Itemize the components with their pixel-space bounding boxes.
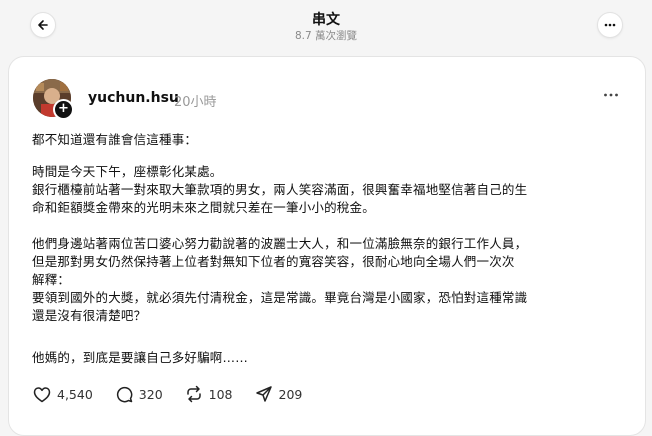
username[interactable]: yuchun.hsu <box>88 90 179 106</box>
comment-button[interactable]: 320 <box>115 385 163 403</box>
more-icon <box>604 93 618 97</box>
post-paragraph: 他們身邊站著兩位苦口婆心努力勸說著的波麗士大人，和一位滿臉無奈的銀行工作人員， … <box>32 235 632 325</box>
post-paragraph: 時間是今天下午，座標彰化某處。 銀行櫃檯前站著一對來取大筆款項的男女，兩人笑容滿… <box>32 163 632 217</box>
repost-icon <box>186 385 201 403</box>
text-line: 要領到國外的大獎，就必須先付清稅金，這是常識。畢竟台灣是小國家，恐怕對這種常識 <box>32 290 528 305</box>
text-line: 命和鉅額獎金帶來的光明未來之間就只差在一筆小小的稅金。 <box>32 200 375 215</box>
header-more-button[interactable] <box>597 12 623 38</box>
heart-icon <box>33 386 51 402</box>
text-line: 他們身邊站著兩位苦口婆心努力勸說著的波麗士大人，和一位滿臉無奈的銀行工作人員， <box>32 236 528 251</box>
text-line: 但是那對男女仍然保持著上位者對無知下位者的寬容笑容，很耐心地向全場人們一次次 <box>32 254 515 269</box>
post-card: + yuchun.hsu 20小時 都不知道還有誰會信這種事： 時間是今天下午，… <box>8 56 646 436</box>
repost-button[interactable]: 108 <box>185 385 233 403</box>
text-line: 都不知道還有誰會信這種事： <box>32 132 198 147</box>
repost-count: 108 <box>208 386 233 402</box>
top-bar: 串文 8.7 萬次瀏覽 <box>0 0 652 56</box>
post-time: 20小時 <box>174 95 217 110</box>
like-count: 4,540 <box>57 386 93 402</box>
post-paragraph: 他媽的，到底是要讓自己多好騙啊…… <box>32 349 632 367</box>
share-icon <box>255 386 272 402</box>
more-icon <box>604 23 616 27</box>
post-more-button[interactable] <box>601 87 621 103</box>
share-button[interactable]: 209 <box>255 385 303 403</box>
like-button[interactable]: 4,540 <box>33 386 93 403</box>
text-line: 銀行櫃檯前站著一對來取大筆款項的男女，兩人笑容滿面，很興奮幸福地堅信著自己的生 <box>32 182 528 197</box>
text-line: 他媽的，到底是要讓自己多好騙啊…… <box>32 350 248 365</box>
post-paragraph: 都不知道還有誰會信這種事： <box>32 131 632 149</box>
text-line: 還是沒有很清楚吧？ <box>32 308 147 323</box>
post-actions: 4,540 320 108 209 <box>33 384 324 404</box>
share-count: 209 <box>278 386 303 402</box>
view-count: 8.7 萬次瀏覽 <box>294 30 358 42</box>
follow-plus-icon[interactable]: + <box>53 99 74 120</box>
page-title: 串文 <box>312 12 340 28</box>
text-line: 解釋： <box>32 272 71 287</box>
comment-count: 320 <box>138 386 163 402</box>
comment-icon <box>116 386 133 403</box>
text-line: 時間是今天下午，座標彰化某處。 <box>32 164 223 179</box>
